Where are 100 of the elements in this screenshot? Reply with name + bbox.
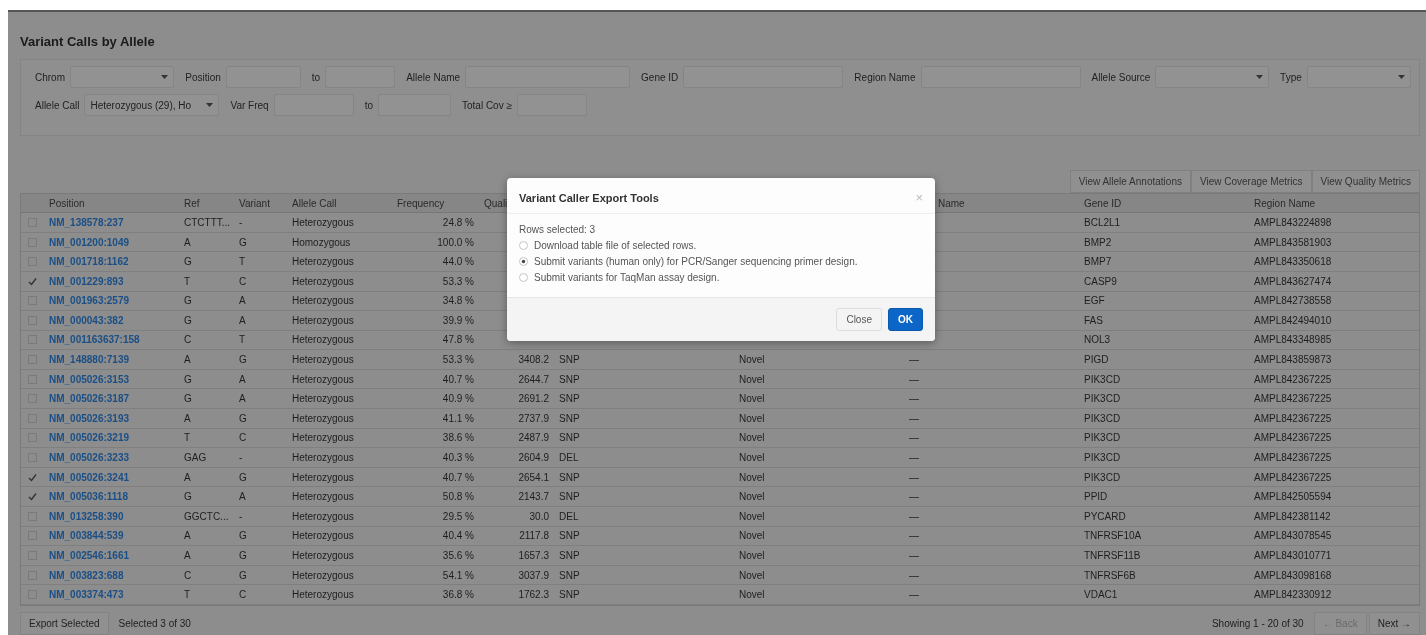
field-label: Chrom (35, 71, 65, 83)
table-cell: AMPL842367225 (1254, 412, 1332, 424)
table-cell: SNP (559, 491, 580, 503)
position-link[interactable]: NM_001200:1049 (49, 236, 130, 248)
table-cell: GAG (184, 452, 207, 464)
position-link[interactable]: NM_005026:3187 (49, 393, 130, 405)
table-cell: PIK3CD (1084, 452, 1121, 464)
table-cell: G (239, 569, 247, 581)
position-link[interactable]: NM_003374:473 (49, 589, 124, 601)
column-header[interactable]: Ref (184, 197, 200, 209)
table-cell: Heterozygous (292, 491, 354, 503)
column-header[interactable]: Gene ID (1084, 197, 1122, 209)
table-cell: A (184, 412, 191, 424)
table-cell: Heterozygous (292, 354, 354, 366)
position-link[interactable]: NM_001229:893 (49, 275, 124, 287)
checkmark-icon[interactable] (28, 472, 37, 482)
radio-button[interactable] (519, 241, 528, 250)
table-cell: G (239, 530, 247, 542)
dialog-title: Variant Caller Export Tools (519, 191, 659, 204)
position-link[interactable]: NM_003844:539 (49, 530, 124, 542)
caret-icon (1256, 75, 1264, 79)
view-button[interactable]: View Quality Metrics (1311, 170, 1420, 194)
position-link[interactable]: NM_001718:1162 (49, 256, 129, 268)
radio-button[interactable] (519, 257, 528, 266)
position-link[interactable]: NM_138578:237 (49, 216, 124, 228)
table-cell: 34.8 % (442, 295, 474, 307)
table-cell: Heterozygous (292, 393, 354, 405)
table-cell: A (184, 530, 191, 542)
checkmark-icon[interactable] (28, 492, 37, 502)
table-cell: T (239, 256, 246, 268)
column-header[interactable]: Region Name (1254, 197, 1316, 209)
table-cell: AMPL842381142 (1254, 510, 1331, 522)
position-link[interactable]: NM_001163637:158 (49, 334, 140, 346)
column-header[interactable]: Allele Call (292, 197, 337, 209)
position-link[interactable]: NM_001963:2579 (49, 295, 130, 307)
column-header[interactable]: Name (938, 197, 965, 209)
table-cell: T (184, 432, 191, 444)
column-header[interactable]: Position (49, 197, 85, 209)
table-cell: Novel (739, 569, 765, 581)
table-cell: AMPL843224898 (1254, 216, 1332, 228)
table-cell: Heterozygous (292, 334, 354, 346)
table-cell: Novel (739, 393, 765, 405)
table-cell: PIK3CD (1084, 432, 1121, 444)
next-button[interactable]: Next → (1368, 612, 1420, 635)
select-field[interactable] (70, 66, 175, 88)
position-link[interactable]: NM_003823:688 (49, 569, 124, 581)
table-cell: TNFRSF6B (1084, 569, 1136, 581)
table-cell: Heterozygous (292, 569, 354, 581)
table-cell: Heterozygous (292, 550, 354, 561)
option-label[interactable]: Submit variants for TaqMan assay design. (534, 272, 720, 283)
position-link[interactable]: NM_005026:3193 (49, 412, 130, 424)
column-header[interactable]: Quali (484, 197, 508, 209)
select-field[interactable]: Heterozygous (29), Ho (84, 94, 220, 116)
table-cell: G (239, 412, 247, 424)
table-cell: T (184, 275, 191, 287)
ok-button[interactable]: OK (888, 308, 923, 331)
position-link[interactable]: NM_005026:3219 (49, 432, 130, 444)
field-label: to (364, 99, 373, 111)
field-label: Total Cov ≥ (462, 99, 512, 111)
column-header[interactable]: Frequency (397, 197, 445, 209)
table-cell: 30.0 (529, 510, 549, 522)
table-cell: BMP7 (1084, 256, 1112, 268)
table-cell: A (184, 354, 191, 366)
field-label: Allele Source (1091, 71, 1151, 83)
field-label: Region Name (854, 71, 916, 83)
table-cell: 2691.2 (518, 393, 549, 405)
table-cell: A (239, 393, 246, 405)
column-header[interactable]: Variant (239, 197, 270, 209)
option-label[interactable]: Submit variants (human only) for PCR/Sanger sequencing primer design. (534, 256, 858, 267)
position-link[interactable]: NM_005026:3233 (49, 452, 130, 464)
select-field[interactable] (1155, 66, 1270, 88)
select-field[interactable] (1306, 66, 1411, 88)
position-link[interactable]: NM_002546:1661 (49, 550, 130, 561)
table-cell: Heterozygous (292, 295, 354, 307)
table-cell: SNP (559, 354, 580, 366)
close-button[interactable]: Close (836, 308, 882, 331)
position-link[interactable]: NM_005036:1118 (49, 491, 128, 503)
table-cell: AMPL842494010 (1254, 314, 1332, 326)
export-button[interactable]: Export Selected (20, 612, 109, 635)
position-link[interactable]: NM_013258:390 (49, 510, 124, 522)
close-button[interactable]: × (915, 190, 923, 205)
position-link[interactable]: NM_148880:7139 (49, 354, 130, 366)
checkmark-icon[interactable] (28, 276, 37, 286)
table-cell: G (184, 314, 192, 326)
table-cell: AMPL842367225 (1254, 432, 1332, 444)
table-cell: — (909, 432, 919, 444)
table-cell: — (909, 530, 919, 542)
view-button[interactable]: View Allele Annotations (1069, 170, 1191, 194)
option-label[interactable]: Download table file of selected rows. (534, 240, 697, 251)
table-cell: 39.9 % (442, 314, 474, 326)
table-cell: Heterozygous (292, 216, 354, 228)
position-link[interactable]: NM_005026:3241 (49, 471, 130, 483)
table-cell: 2654.1 (518, 471, 549, 483)
rows-selected-text: Rows selected: 3 (519, 224, 597, 235)
view-button[interactable]: View Coverage Metrics (1190, 170, 1312, 194)
table-cell: 40.7 % (442, 373, 474, 385)
position-link[interactable]: NM_005026:3153 (49, 373, 130, 385)
position-link[interactable]: NM_000043:382 (49, 314, 124, 326)
radio-button[interactable] (519, 273, 528, 282)
table-cell: C (239, 589, 247, 601)
